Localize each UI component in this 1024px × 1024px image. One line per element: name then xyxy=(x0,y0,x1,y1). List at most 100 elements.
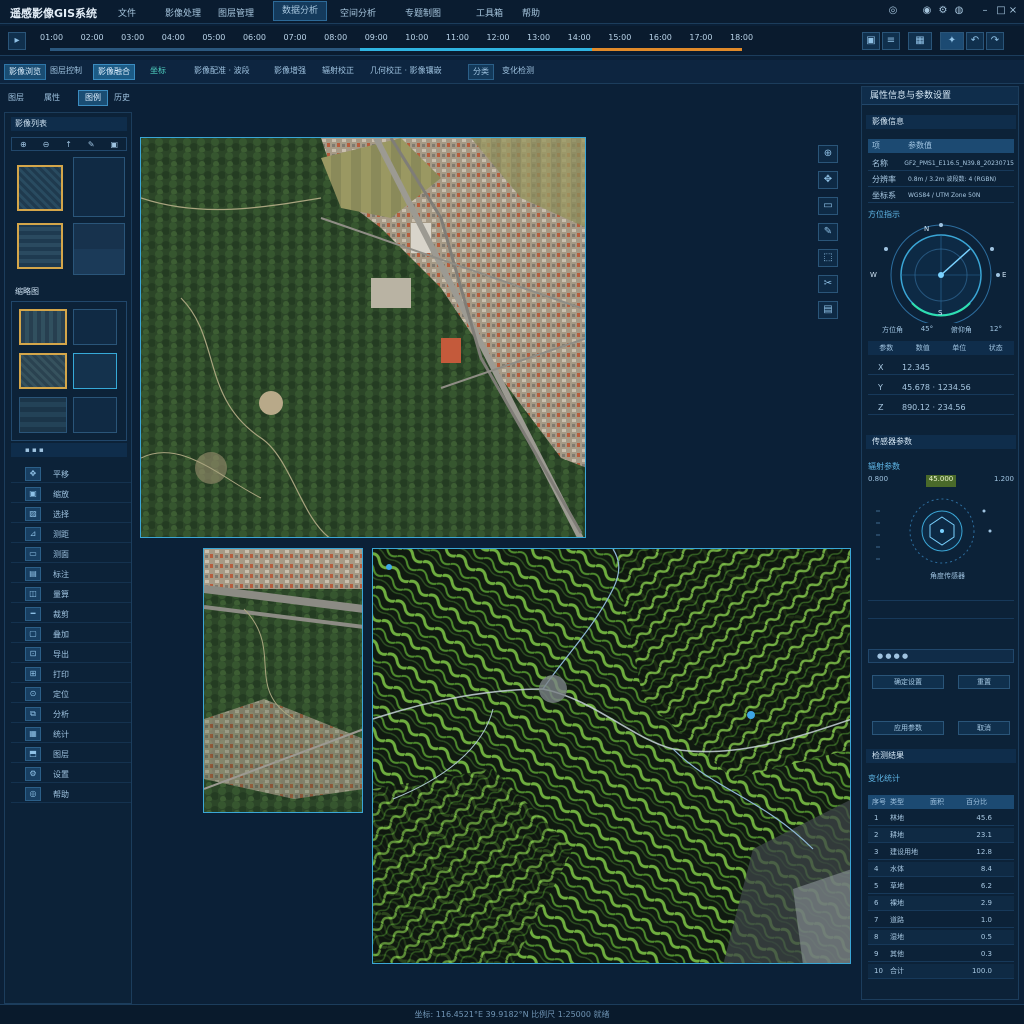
table-row[interactable]: 4 水体 8.4 xyxy=(868,862,1014,877)
tool-row[interactable]: ⊙ 定位 xyxy=(11,685,131,703)
tool-icon[interactable]: ▭ xyxy=(25,547,41,561)
measure-icon[interactable]: ▭ xyxy=(818,197,838,215)
tool-row[interactable]: ▢ 叠加 xyxy=(11,625,131,643)
tool-row[interactable]: ⧉ 分析 xyxy=(11,705,131,723)
tool-icon[interactable]: ✥ xyxy=(25,467,41,481)
menu-item-mapping[interactable]: 专题制图 xyxy=(405,6,441,19)
toolbar-button-fusion[interactable]: 影像融合 xyxy=(93,64,135,80)
tab-properties[interactable]: 属性 xyxy=(44,92,74,103)
timeline-tick[interactable]: 04:00 xyxy=(162,33,185,42)
timeline-tick[interactable]: 06:00 xyxy=(243,33,266,42)
timeline-tick[interactable]: 03:00 xyxy=(121,33,144,42)
select-tool-icon[interactable]: ✦ xyxy=(940,32,964,50)
tool-icon[interactable]: ▨ xyxy=(25,507,41,521)
table-row[interactable]: 7 道路 1.0 xyxy=(868,913,1014,928)
layers-icon[interactable]: ≡ xyxy=(882,32,900,50)
bell-icon[interactable]: ◉ xyxy=(922,6,932,16)
tool-row[interactable]: ▭ 测面 xyxy=(11,545,131,563)
menu-item-toolbox[interactable]: 工具箱 xyxy=(476,6,503,19)
menu-item-file[interactable]: 文件 xyxy=(118,6,136,19)
menu-item-analysis[interactable]: 数据分析 xyxy=(273,1,328,21)
help-icon[interactable]: ◍ xyxy=(954,6,964,16)
tool-icon[interactable]: ━ xyxy=(25,607,41,621)
maximize-icon[interactable]: □ xyxy=(996,6,1006,16)
table-row[interactable]: 10 合计 100.0 xyxy=(868,964,1014,979)
table-row[interactable]: 6 裸地 2.9 xyxy=(868,896,1014,911)
close-icon[interactable]: × xyxy=(1008,6,1018,16)
settings-icon[interactable]: ⚙ xyxy=(938,6,948,16)
add-icon[interactable]: ⊕ xyxy=(20,140,27,149)
tab-history[interactable]: 历史 xyxy=(114,92,134,103)
tab-layers[interactable]: 图层 xyxy=(8,92,38,103)
timeline-tick[interactable]: 16:00 xyxy=(649,33,672,42)
tool-row[interactable]: ⊡ 导出 xyxy=(11,645,131,663)
tool-icon[interactable]: ◫ xyxy=(25,587,41,601)
tool-icon[interactable]: ▢ xyxy=(25,627,41,641)
menu-item-spatial[interactable]: 空间分析 xyxy=(340,6,376,19)
tool-row[interactable]: ━ 裁剪 xyxy=(11,605,131,623)
timeline-tick[interactable]: 11:00 xyxy=(446,33,469,42)
draw-icon[interactable]: ✎ xyxy=(818,223,838,241)
erase-icon[interactable]: ✂ xyxy=(818,275,838,293)
table-row[interactable]: 9 其他 0.3 xyxy=(868,947,1014,962)
thumbnail-2[interactable] xyxy=(73,157,125,217)
tool-row[interactable]: ▦ 统计 xyxy=(11,725,131,743)
timeline-tick[interactable]: 17:00 xyxy=(689,33,712,42)
cancel-button[interactable]: 取消 xyxy=(958,721,1010,735)
apply-params-button[interactable]: 应用参数 xyxy=(872,721,944,735)
tool-icon[interactable]: ⧉ xyxy=(25,707,41,721)
play-icon[interactable]: ▸ xyxy=(8,32,26,50)
tab-legend[interactable]: 图例 xyxy=(78,90,108,106)
layers-side-icon[interactable]: ▤ xyxy=(818,301,838,319)
tool-icon[interactable]: ⬒ xyxy=(25,747,41,761)
confirm-settings-button[interactable]: 确定设置 xyxy=(872,675,944,689)
timeline-tick[interactable]: 07:00 xyxy=(284,33,307,42)
edit-icon[interactable]: ✎ xyxy=(88,140,95,149)
tool-row[interactable]: ⬒ 图层 xyxy=(11,745,131,763)
timeline-tick[interactable]: 13:00 xyxy=(527,33,550,42)
tool-icon[interactable]: ◎ xyxy=(25,787,41,801)
grid-icon[interactable]: ▦ xyxy=(908,32,932,50)
tool-row[interactable]: ◫ 量算 xyxy=(11,585,131,603)
tool-icon[interactable]: ⊙ xyxy=(25,687,41,701)
thumbnail-6[interactable] xyxy=(73,309,117,345)
timeline-tick[interactable]: 14:00 xyxy=(568,33,591,42)
timeline-tick[interactable]: 18:00 xyxy=(730,33,753,42)
thumbnail-4[interactable] xyxy=(73,223,125,275)
tool-row[interactable]: ▣ 缩放 xyxy=(11,485,131,503)
tool-icon[interactable]: ⊡ xyxy=(25,647,41,661)
table-row[interactable]: 1 林地 45.6 xyxy=(868,811,1014,826)
tool-icon[interactable]: ▣ xyxy=(25,487,41,501)
camera-icon[interactable]: ▣ xyxy=(862,32,880,50)
tool-icon[interactable]: ⊿ xyxy=(25,527,41,541)
tool-row[interactable]: ⊿ 测距 xyxy=(11,525,131,543)
menu-item-layers[interactable]: 图层管理 xyxy=(218,6,254,19)
reset-button[interactable]: 重置 xyxy=(958,675,1010,689)
toolbar-button-classify[interactable]: 分类 xyxy=(468,64,494,80)
toolbar-button-change[interactable]: 变化检测 xyxy=(498,64,538,80)
thumbnail-7[interactable] xyxy=(19,353,67,389)
timeline-tick[interactable]: 08:00 xyxy=(324,33,347,42)
table-row[interactable]: 8 湿地 0.5 xyxy=(868,930,1014,945)
tool-row[interactable]: ⚙ 设置 xyxy=(11,765,131,783)
remove-icon[interactable]: ⊖ xyxy=(43,140,50,149)
tool-icon[interactable]: ▦ xyxy=(25,727,41,741)
timeline-tick[interactable]: 02:00 xyxy=(81,33,104,42)
tool-icon[interactable]: ⊞ xyxy=(25,667,41,681)
timeline-tick[interactable]: 05:00 xyxy=(202,33,225,42)
tool-row[interactable]: ✥ 平移 xyxy=(11,465,131,483)
thumbnail-1[interactable] xyxy=(17,165,63,211)
tool-row[interactable]: ▨ 选择 xyxy=(11,505,131,523)
timeline-tick[interactable]: 01:00 xyxy=(40,33,63,42)
thumbnail-5[interactable] xyxy=(19,309,67,345)
satellite-image-suburb[interactable] xyxy=(203,548,363,813)
tool-row[interactable]: ◎ 帮助 xyxy=(11,785,131,803)
tool-row[interactable]: ⊞ 打印 xyxy=(11,665,131,683)
toolbar-button-geometric[interactable]: 几何校正 · 影像镶嵌 xyxy=(366,64,446,80)
timeline-tick[interactable]: 09:00 xyxy=(365,33,388,42)
satellite-image-urban[interactable] xyxy=(140,137,586,538)
timeline-tick[interactable]: 10:00 xyxy=(405,33,428,42)
tool-icon[interactable]: ▤ xyxy=(25,567,41,581)
thumbnail-8[interactable] xyxy=(73,353,117,389)
table-row[interactable]: 3 建设用地 12.8 xyxy=(868,845,1014,860)
